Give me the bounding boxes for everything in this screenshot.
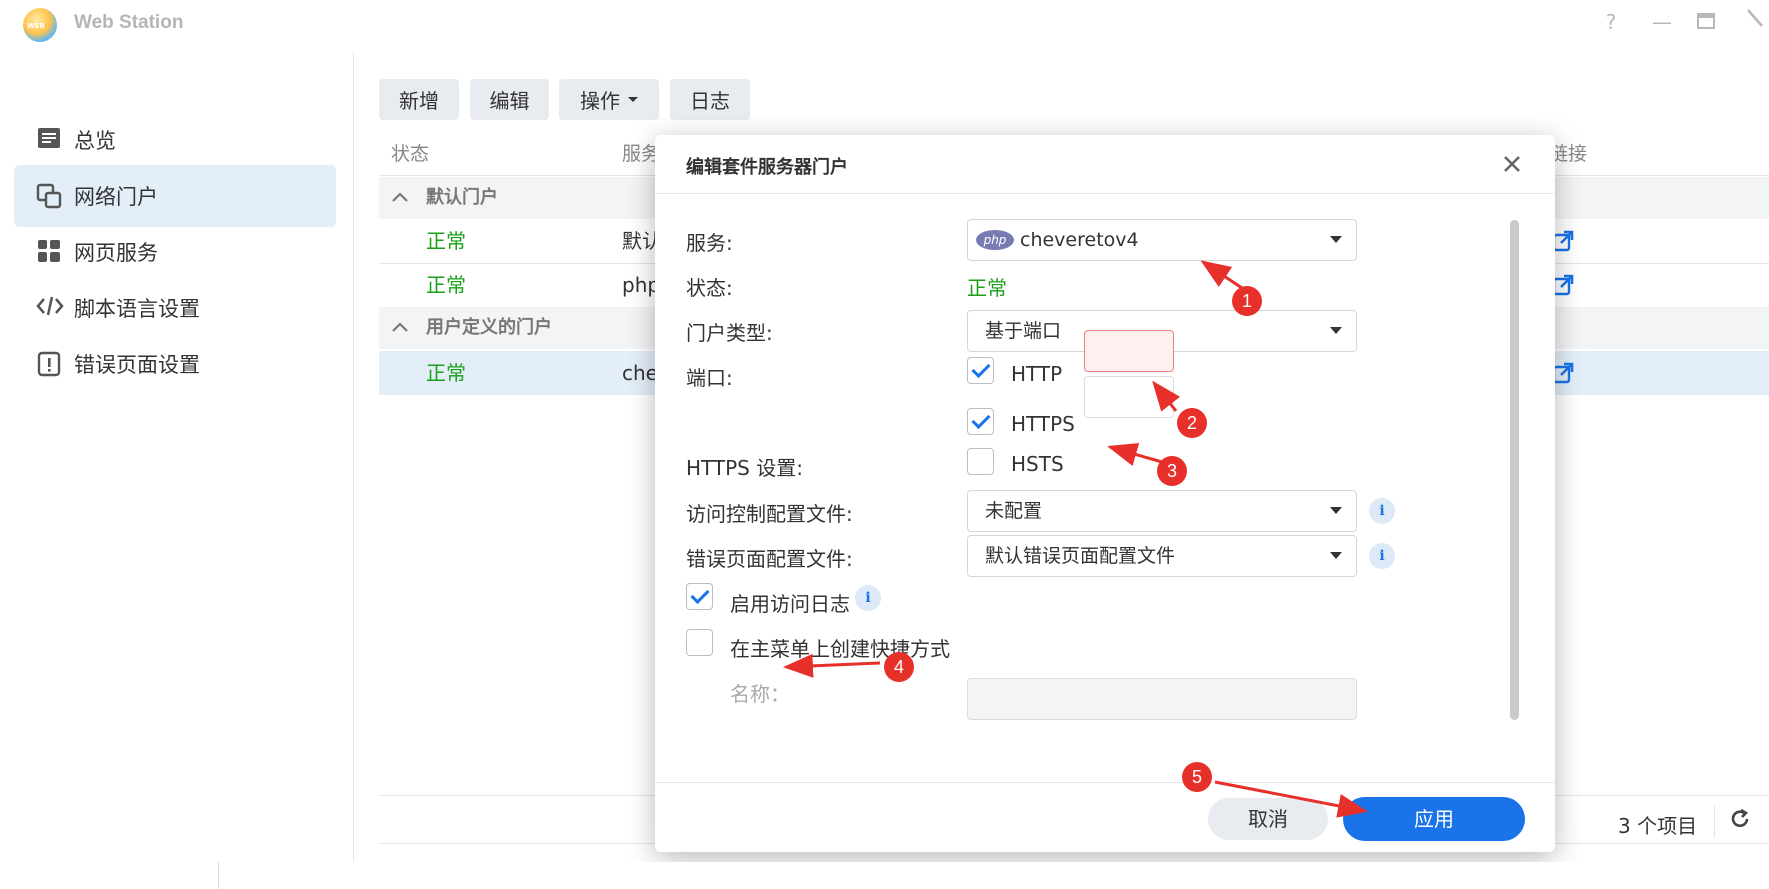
web-station-window: WEB Web Station ? — 总览 网络门户 网页服务 脚本语言设置 … bbox=[0, 0, 1769, 862]
divider bbox=[218, 862, 219, 889]
https-port-input[interactable] bbox=[1084, 376, 1174, 418]
sidebar-item-web-service[interactable]: 网页服务 bbox=[14, 221, 336, 283]
close-window-icon[interactable] bbox=[1743, 7, 1767, 35]
portal-type-label: 门户类型: bbox=[686, 321, 773, 345]
divider bbox=[655, 782, 1555, 783]
https-checkbox[interactable] bbox=[967, 408, 994, 435]
hsts-checkbox[interactable] bbox=[967, 448, 994, 475]
name-label: 名称： bbox=[730, 682, 790, 706]
info-icon[interactable]: i bbox=[1369, 498, 1395, 524]
error-page-value: 默认错误页面配置文件 bbox=[985, 545, 1176, 567]
minimize-icon[interactable]: — bbox=[1650, 10, 1674, 34]
annotation-badge-1: 1 bbox=[1232, 286, 1262, 316]
external-link-icon[interactable] bbox=[1552, 274, 1574, 296]
error-page-label: 错误页面配置文件: bbox=[686, 547, 853, 571]
status-value: 正常 bbox=[967, 276, 1007, 300]
sidebar-item-overview[interactable]: 总览 bbox=[14, 109, 336, 171]
title-bar: WEB Web Station ? — bbox=[0, 0, 1769, 50]
http-checkbox[interactable] bbox=[967, 357, 994, 384]
caret-down-icon bbox=[1330, 236, 1342, 243]
error-page-select[interactable]: 默认错误页面配置文件 bbox=[967, 535, 1357, 577]
log-button[interactable]: 日志 bbox=[670, 79, 750, 120]
create-shortcut-label: 在主菜单上创建快捷方式 bbox=[730, 637, 950, 661]
overview-icon bbox=[36, 127, 62, 153]
create-shortcut-checkbox[interactable] bbox=[686, 629, 713, 656]
annotation-badge-4: 4 bbox=[884, 652, 914, 682]
sidebar-item-error-page[interactable]: 错误页面设置 bbox=[14, 333, 336, 395]
sidebar: 总览 网络门户 网页服务 脚本语言设置 错误页面设置 bbox=[0, 52, 354, 862]
annotation-badge-3: 3 bbox=[1157, 456, 1187, 486]
annotation-badge-2: 2 bbox=[1177, 408, 1207, 438]
service-select[interactable]: php cheveretov4 bbox=[967, 219, 1357, 261]
chevron-up-icon[interactable] bbox=[391, 177, 409, 219]
action-button-label: 操作 bbox=[580, 89, 620, 113]
caret-down-icon bbox=[1330, 552, 1342, 559]
apply-button[interactable]: 应用 bbox=[1343, 797, 1525, 841]
service-label: 服务: bbox=[686, 231, 733, 255]
status-cell: 正常 bbox=[426, 229, 466, 253]
caret-down-icon bbox=[1330, 507, 1342, 514]
port-label: 端口: bbox=[686, 366, 733, 390]
action-dropdown-button[interactable]: 操作 bbox=[559, 79, 659, 120]
status-label: 状态: bbox=[686, 276, 733, 300]
caret-down-icon bbox=[1330, 327, 1342, 334]
https-label: HTTPS bbox=[1011, 412, 1075, 436]
divider bbox=[1714, 806, 1715, 838]
help-icon[interactable]: ? bbox=[1599, 10, 1623, 34]
sidebar-item-label: 网络门户 bbox=[74, 185, 158, 209]
group-label: 用户定义的门户 bbox=[426, 317, 552, 338]
web-service-icon bbox=[36, 239, 62, 265]
app-title: Web Station bbox=[74, 12, 184, 33]
dialog-scrollbar[interactable] bbox=[1510, 220, 1519, 720]
info-icon[interactable]: i bbox=[1369, 543, 1395, 569]
info-icon[interactable]: i bbox=[855, 585, 881, 611]
https-settings-label: HTTPS 设置: bbox=[686, 456, 803, 480]
dialog-title: 编辑套件服务器门户 bbox=[686, 157, 848, 178]
background-area bbox=[0, 862, 1769, 889]
item-count: 3 个项目 bbox=[1618, 814, 1698, 838]
name-input[interactable] bbox=[967, 678, 1357, 720]
service-cell: che bbox=[622, 361, 658, 385]
external-link-icon[interactable] bbox=[1552, 362, 1574, 384]
http-port-input[interactable] bbox=[1084, 330, 1174, 372]
sidebar-item-script-language[interactable]: 脚本语言设置 bbox=[14, 277, 336, 339]
sidebar-item-label: 脚本语言设置 bbox=[74, 297, 200, 321]
close-icon[interactable] bbox=[1501, 145, 1523, 182]
sidebar-item-label: 错误页面设置 bbox=[74, 353, 200, 377]
edit-button[interactable]: 编辑 bbox=[470, 79, 549, 120]
hsts-label: HSTS bbox=[1011, 452, 1064, 476]
caret-down-icon bbox=[628, 97, 638, 102]
divider bbox=[655, 193, 1555, 194]
annotation-badge-5: 5 bbox=[1182, 762, 1212, 792]
access-control-value: 未配置 bbox=[985, 500, 1043, 522]
group-label: 默认门户 bbox=[426, 187, 498, 208]
portal-type-value: 基于端口 bbox=[985, 320, 1062, 342]
sidebar-item-label: 网页服务 bbox=[74, 241, 158, 265]
status-cell: 正常 bbox=[426, 361, 466, 385]
access-control-label: 访问控制配置文件: bbox=[686, 502, 853, 526]
sidebar-item-label: 总览 bbox=[74, 129, 116, 153]
add-button[interactable]: 新增 bbox=[379, 79, 459, 120]
cancel-button[interactable]: 取消 bbox=[1208, 798, 1328, 840]
php-icon: php bbox=[976, 230, 1014, 250]
web-station-logo-icon: WEB bbox=[23, 8, 57, 42]
edit-portal-dialog: 编辑套件服务器门户 服务: php cheveretov4 状态: 正常 门户类… bbox=[655, 135, 1555, 852]
enable-access-log-label: 启用访问日志 bbox=[730, 592, 850, 616]
maximize-icon[interactable] bbox=[1694, 10, 1718, 34]
enable-access-log-checkbox[interactable] bbox=[686, 583, 713, 610]
access-control-select[interactable]: 未配置 bbox=[967, 490, 1357, 532]
column-header-status[interactable]: 状态 bbox=[391, 133, 429, 175]
chevron-up-icon[interactable] bbox=[391, 307, 409, 349]
refresh-icon[interactable] bbox=[1729, 808, 1751, 836]
sidebar-item-web-portal[interactable]: 网络门户 bbox=[14, 165, 336, 227]
error-page-icon bbox=[36, 351, 62, 377]
code-icon bbox=[36, 295, 64, 321]
status-cell: 正常 bbox=[426, 273, 466, 297]
http-label: HTTP bbox=[1011, 362, 1063, 386]
service-value: cheveretov4 bbox=[1020, 229, 1139, 251]
web-portal-icon bbox=[36, 183, 62, 209]
logo-text: WEB bbox=[27, 22, 45, 30]
external-link-icon[interactable] bbox=[1552, 230, 1574, 252]
